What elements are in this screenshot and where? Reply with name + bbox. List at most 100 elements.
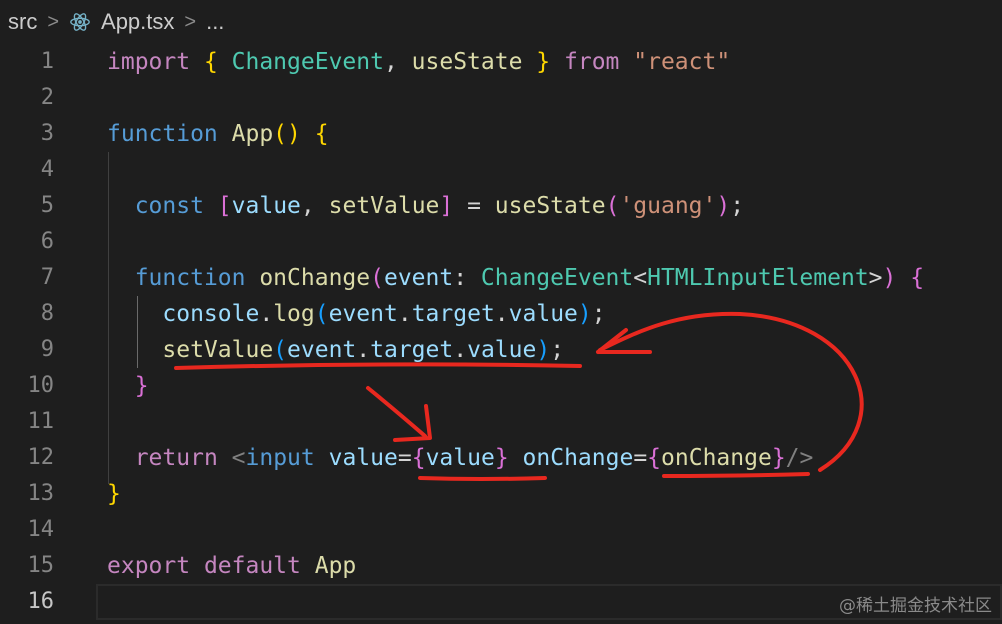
code-token: ; (550, 337, 565, 363)
code-token: [ (217, 193, 232, 219)
code-token: < (633, 265, 648, 291)
code-token: onChange (259, 265, 371, 291)
code-token: import (107, 49, 204, 75)
code-token: { (411, 445, 426, 471)
code-token: . (397, 301, 412, 327)
code-token: ChangeEvent (480, 265, 634, 291)
code-token: setValue (328, 193, 440, 219)
code-token: : (453, 265, 481, 291)
code-token: ( (605, 193, 620, 219)
code-token: , (300, 193, 329, 219)
code-token: const (134, 193, 218, 219)
code-line[interactable]: 5 const [value, setValue] = useState('gu… (0, 188, 1002, 224)
code-line[interactable]: 4 (0, 152, 1002, 188)
code-token: ) (716, 193, 731, 219)
code-text: setValue(event.target.value); (107, 332, 564, 368)
code-token: = (397, 445, 412, 471)
line-number: 2 (40, 85, 54, 110)
react-icon (69, 11, 91, 33)
code-token: App (314, 553, 357, 579)
code-line[interactable]: 13} (0, 476, 1002, 512)
code-token: } (494, 445, 509, 471)
code-line[interactable]: 14 (0, 512, 1002, 548)
code-text: import { ChangeEvent, useState } from "r… (107, 44, 730, 80)
code-token: target (411, 301, 495, 327)
code-line[interactable]: 9 setValue(event.target.value); (0, 332, 1002, 368)
line-number: 16 (27, 589, 55, 614)
breadcrumb: src > App.tsx > ... (0, 0, 1002, 44)
code-text: function onChange(event: ChangeEvent<HTM… (107, 260, 924, 296)
code-token: . (356, 337, 371, 363)
code-token: export (107, 553, 204, 579)
code-token: 'guang' (619, 193, 717, 219)
code-text: } (107, 368, 149, 404)
code-token: , (383, 49, 412, 75)
code-token: value (467, 337, 537, 363)
code-token: value (328, 445, 398, 471)
code-token: "react" (633, 49, 731, 75)
line-number: 1 (40, 49, 54, 74)
code-token: ChangeEvent (231, 49, 384, 75)
line-number: 7 (40, 265, 54, 290)
line-number: 8 (40, 301, 54, 326)
code-line[interactable]: 7 function onChange(event: ChangeEvent<H… (0, 260, 1002, 296)
code-token: value (425, 445, 495, 471)
code-token: function (134, 265, 260, 291)
code-token: console (162, 301, 260, 327)
code-text: function App() { (107, 116, 329, 152)
code-token: } (107, 373, 149, 399)
code-token: . (453, 337, 468, 363)
code-line[interactable]: 15 export default App (0, 548, 1002, 584)
code-token: ( (314, 301, 329, 327)
code-token: ) (536, 337, 551, 363)
code-token: ( (370, 265, 384, 291)
code-token: } (771, 445, 786, 471)
code-token: = (633, 445, 648, 471)
code-token: onChange (522, 445, 634, 471)
code-text: export default App (107, 548, 356, 584)
breadcrumb-more[interactable]: ... (206, 9, 224, 35)
code-token: from (550, 49, 634, 75)
indent-guide (108, 152, 109, 484)
code-token: default (203, 553, 315, 579)
watermark: @稀土掘金技术社区 (839, 596, 992, 616)
line-number: 14 (27, 517, 55, 542)
code-line[interactable]: 1 import { ChangeEvent, useState } from "… (0, 44, 1002, 80)
code-line[interactable]: 8 console.log(event.target.value); (0, 296, 1002, 332)
line-number: 10 (27, 373, 55, 398)
code-line[interactable]: 11 (0, 404, 1002, 440)
code-line[interactable]: 12 return <input value={value} onChange=… (0, 440, 1002, 476)
code-token: useState (411, 49, 523, 75)
code-token: useState (494, 193, 606, 219)
code-token: event (328, 301, 398, 327)
chevron-right-icon: > (47, 10, 60, 33)
code-token: < (231, 445, 246, 471)
code-token: () { (273, 121, 329, 147)
code-line[interactable]: 2 (0, 80, 1002, 116)
chevron-right-icon: > (184, 10, 197, 33)
code-token: target (370, 337, 454, 363)
code-token: ) (577, 301, 592, 327)
code-token: event (287, 337, 357, 363)
code-token: > (868, 265, 883, 291)
line-number: 5 (40, 193, 54, 218)
code-line[interactable]: 6 (0, 224, 1002, 260)
code-token: function (107, 121, 232, 147)
code-token: . (259, 301, 274, 327)
line-number: 13 (27, 481, 55, 506)
code-text: const [value, setValue] = useState('guan… (107, 188, 744, 224)
code-text: console.log(event.target.value); (107, 296, 605, 332)
code-token: ; (730, 193, 745, 219)
code-token: event (383, 265, 454, 291)
code-token: ) { (882, 265, 925, 291)
code-line[interactable]: 10 } (0, 368, 1002, 404)
breadcrumb-folder[interactable]: src (8, 9, 37, 35)
code-token: /> (785, 445, 814, 471)
code-token: onChange (661, 445, 772, 471)
code-line[interactable]: 3 function App() { (0, 116, 1002, 152)
code-token: return (134, 445, 232, 471)
breadcrumb-file[interactable]: App.tsx (101, 9, 174, 35)
